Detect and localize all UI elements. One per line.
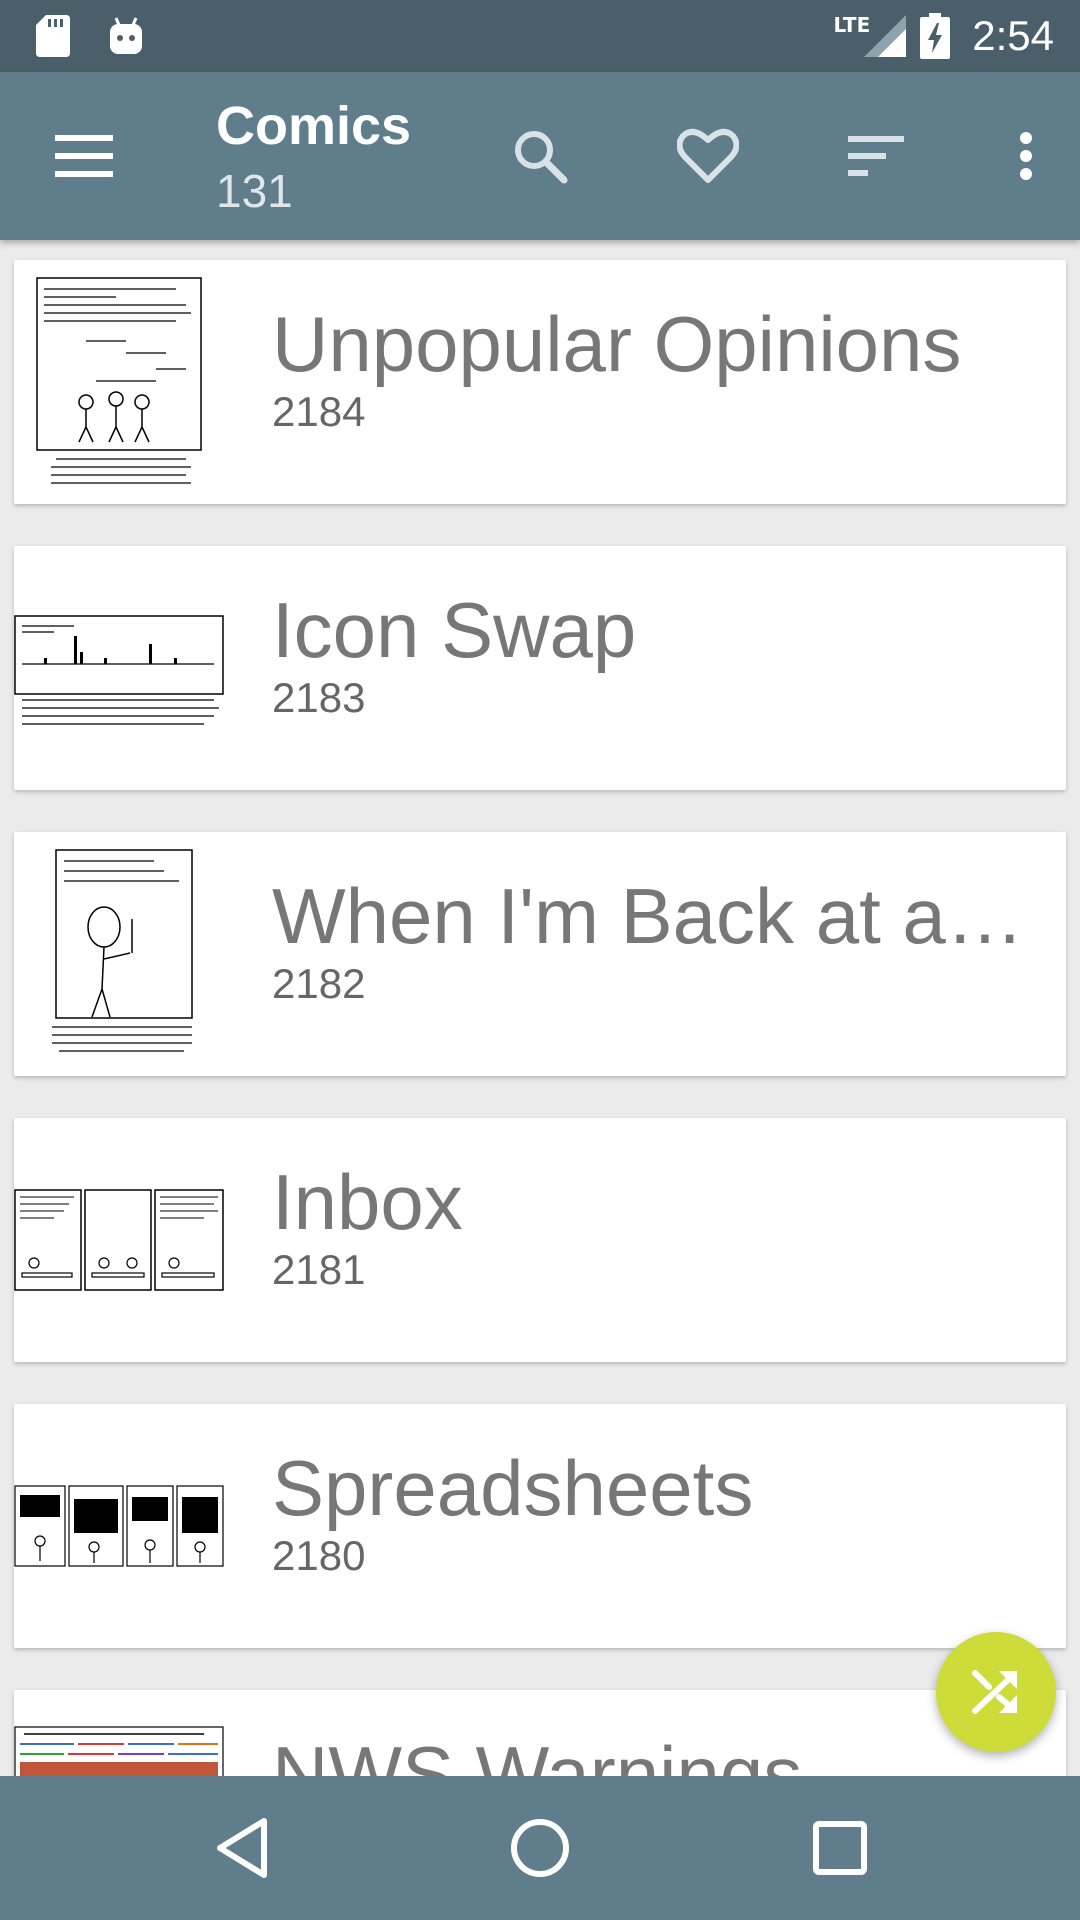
comic-number: 2183 <box>272 674 366 721</box>
list-item[interactable]: Unpopular Opinions 2184 <box>14 260 1066 504</box>
comic-title: Inbox <box>272 1158 463 1246</box>
search-icon <box>515 131 568 184</box>
page-title: Comics <box>216 96 412 156</box>
comic-list[interactable]: Unpopular Opinions 2184 Icon Swap 2183 W… <box>0 240 1080 1776</box>
home-icon <box>511 1819 569 1877</box>
back-icon <box>217 1818 267 1878</box>
comic-title: Icon Swap <box>272 586 637 674</box>
comic-number: 2180 <box>272 1532 366 1579</box>
list-item[interactable]: Inbox 2181 <box>14 1118 1066 1362</box>
comic-title: NWS Warnings <box>272 1730 803 1776</box>
navigation-bar <box>0 1776 1080 1920</box>
app-bar: Comics 131 <box>0 72 1080 240</box>
menu-icon <box>55 135 113 177</box>
list-item[interactable]: NWS Warnings <box>14 1690 1066 1776</box>
comic-number: 2181 <box>272 1246 366 1293</box>
sd-card-icon <box>36 15 70 57</box>
back-button[interactable] <box>162 1776 322 1920</box>
comic-thumbnail <box>14 546 224 790</box>
search-button[interactable] <box>484 72 596 240</box>
recents-icon <box>813 1821 867 1875</box>
title-block: Comics 131 <box>216 94 411 220</box>
shuffle-icon <box>972 1670 1017 1714</box>
list-item[interactable]: When I'm Back at a Keyboard 2182 <box>14 832 1066 1076</box>
sort-icon <box>848 136 904 176</box>
sort-button[interactable] <box>820 72 932 240</box>
android-icon <box>110 17 142 54</box>
comic-title: When I'm Back at a Keyboard <box>272 872 1042 960</box>
clock: 2:54 <box>972 12 1054 59</box>
comic-title: Unpopular Opinions <box>272 300 962 388</box>
comic-thumbnail <box>14 832 224 1076</box>
favorites-button[interactable] <box>652 72 764 240</box>
comic-thumbnail <box>14 1690 224 1776</box>
comic-thumbnail <box>14 1404 224 1648</box>
comic-number: 2184 <box>272 388 366 435</box>
comic-thumbnail <box>14 260 224 504</box>
comic-count: 131 <box>216 165 293 217</box>
battery-charging-icon <box>920 13 951 59</box>
status-bar: LTE 2:54 <box>0 0 1080 72</box>
list-item[interactable]: Icon Swap 2183 <box>14 546 1066 790</box>
heart-icon <box>677 128 739 183</box>
menu-button[interactable] <box>28 72 140 240</box>
comic-thumbnail <box>14 1118 224 1362</box>
overflow-menu-button[interactable] <box>986 72 1066 240</box>
overflow-icon <box>1020 132 1032 180</box>
comic-number: 2182 <box>272 960 366 1007</box>
home-button[interactable] <box>460 1776 620 1920</box>
signal-icon <box>864 15 907 57</box>
list-item[interactable]: Spreadsheets 2180 <box>14 1404 1066 1648</box>
random-comic-button[interactable] <box>936 1632 1056 1752</box>
recents-button[interactable] <box>760 1776 920 1920</box>
comic-title: Spreadsheets <box>272 1444 754 1532</box>
